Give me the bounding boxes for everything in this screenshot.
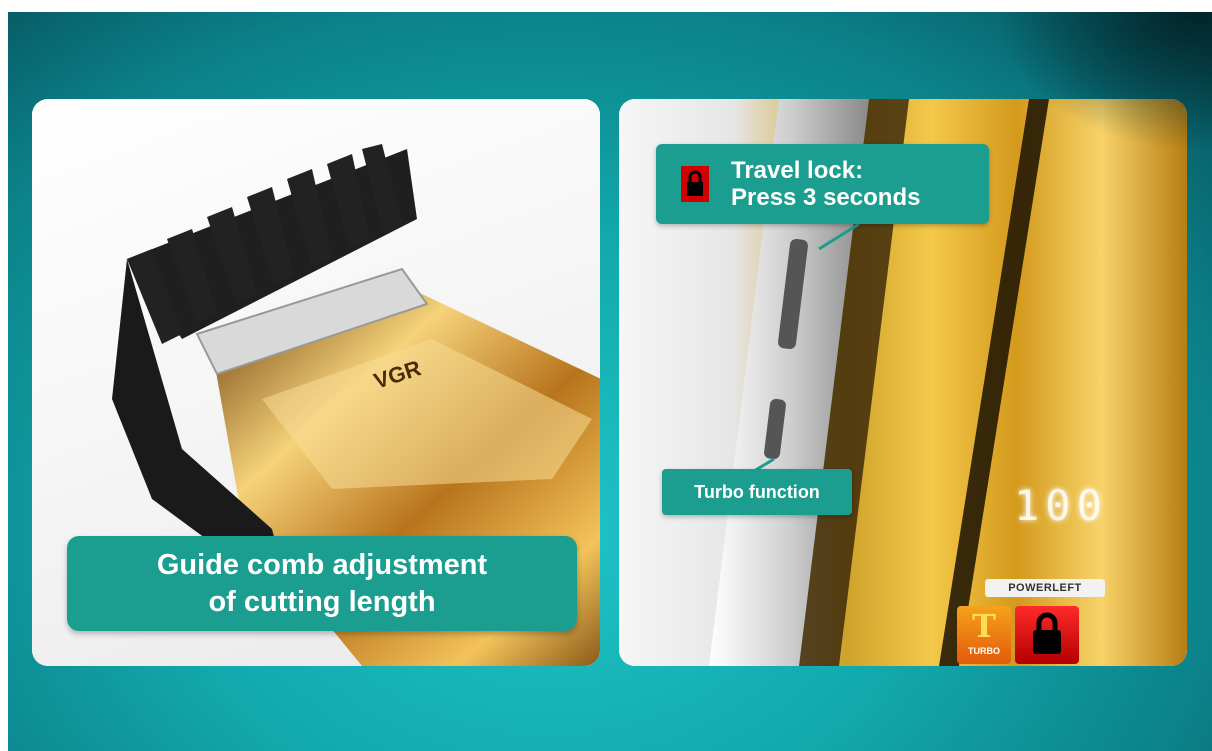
left-product-panel: VGR Guide comb adjustment of cutting len… <box>32 99 600 666</box>
caption-line-1: Guide comb adjustment <box>156 548 488 581</box>
turbo-letter-icon: T <box>972 607 996 645</box>
travel-lock-instruction: Press 3 seconds <box>731 184 921 211</box>
turbo-function-callout: Turbo function <box>662 469 852 515</box>
product-banner: VGR Guide comb adjustment of cutting len… <box>8 12 1212 751</box>
lock-indicator-icon <box>1015 606 1079 664</box>
comb-adjustment-caption: Guide comb adjustment of cutting length <box>67 536 577 631</box>
travel-lock-callout: Travel lock: Press 3 seconds <box>656 144 989 224</box>
lock-icon <box>681 166 709 202</box>
powerleft-label: POWERLEFT <box>985 579 1105 597</box>
turbo-badge: T TURBO <box>957 606 1011 664</box>
right-product-panel: Travel lock: Press 3 seconds Turbo funct… <box>619 99 1187 666</box>
caption-line-2: of cutting length <box>208 585 436 618</box>
travel-lock-title: Travel lock: <box>731 157 864 184</box>
turbo-badge-label: TURBO <box>968 646 1000 656</box>
led-display-digits: 100 <box>1014 481 1108 530</box>
